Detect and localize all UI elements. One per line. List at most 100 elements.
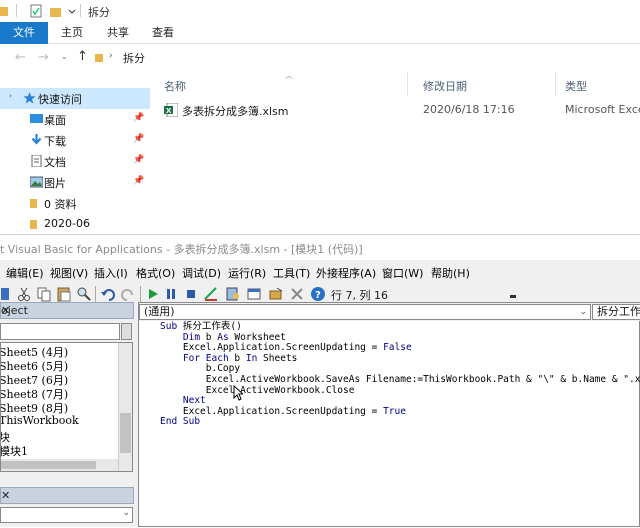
tab-file[interactable]: 文件 [0,22,48,44]
design-mode-icon[interactable] [203,286,219,302]
vba-editor-window: t Visual Basic for Applications - 多表拆分成多… [0,234,640,527]
redo-icon[interactable] [120,286,136,302]
nav-item-quick-access[interactable]: › 快速访问 [0,88,150,109]
copy-icon[interactable] [36,286,52,302]
nav-label: 桌面 [44,114,66,127]
paste-icon[interactable] [56,286,72,302]
menu-tools[interactable]: 工具(T) [273,265,310,281]
address-bar: ← → ⌄ ↑ › 拆分 [0,45,640,71]
column-divider[interactable] [555,72,556,96]
file-name: 多表拆分成多簿.xlsm [182,105,289,118]
breadcrumb[interactable]: 拆分 [123,50,145,66]
code-text: b.Copy [160,363,241,375]
horizontal-scrollbar[interactable] [1,459,118,471]
menu-debug[interactable]: 调试(D) [182,265,221,281]
svg-text:X: X [166,107,172,115]
menu-addins[interactable]: 外接程序(A) [316,265,376,281]
chevron-down-icon[interactable] [68,4,76,18]
chevron-down-icon[interactable]: ⌄ [579,305,587,319]
properties-check-icon[interactable] [30,4,42,18]
code-text: For Each b In Sheets [182,352,298,364]
column-header-date[interactable]: 修改日期 [423,78,467,94]
nav-label: 2020-06 [44,217,90,230]
nav-label: 下载 [44,135,66,148]
expand-chevron-icon[interactable]: › [9,92,12,100]
menu-edit[interactable]: 编辑(E) [6,265,44,281]
vba-titlebar: t Visual Basic for Applications - 多表拆分成多… [0,234,640,260]
project-panel-header: oject ✕ [0,302,134,319]
toolbox-icon[interactable] [289,286,305,302]
nav-label: 文档 [44,156,66,169]
object-dropdown-value: (通用) [144,305,175,318]
pin-icon[interactable]: 📌 [133,155,144,165]
save-icon[interactable] [0,286,16,302]
nav-item-downloads[interactable]: 下载 📌 [0,130,150,151]
breadcrumb-chevron-icon: › [109,51,113,61]
new-folder-icon[interactable] [50,4,62,18]
column-headers: ︿ 名称 修改日期 类型 [150,71,640,96]
forward-arrow-icon[interactable]: → [38,50,49,65]
nav-label: 0 资料 [44,198,77,211]
explorer-titlebar: 拆分 [0,0,640,22]
tree-item[interactable]: 模块1 [1,443,28,459]
procedure-dropdown-value: 拆分工作 [597,305,640,318]
menu-format[interactable]: 格式(O) [136,265,175,281]
window-title: 拆分 [88,6,110,19]
picture-icon [30,176,43,188]
tab-view[interactable]: 查看 [143,22,183,44]
stop-icon[interactable] [183,286,199,302]
separator [95,286,96,302]
nav-item-folder-ziliao[interactable]: 0 资料 [0,193,150,214]
properties-object-dropdown[interactable]: ⌄ [0,507,133,523]
vba-window-title: t Visual Basic for Applications - 多表拆分成多… [0,243,363,256]
column-divider[interactable] [407,72,408,96]
nav-item-folder-2020-06[interactable]: 2020-06 [0,214,150,235]
code-window: (通用) ⌄ 拆分工作 Sub 拆分工作表() Dim b As Workshe… [138,302,640,527]
back-arrow-icon[interactable]: ← [15,50,26,65]
column-header-name[interactable]: 名称 [164,78,186,94]
vertical-scrollbar[interactable] [118,343,132,471]
project-explorer-icon[interactable] [225,286,241,302]
column-header-type[interactable]: 类型 [565,78,587,94]
up-arrow-icon[interactable]: ↑ [77,49,88,64]
pin-icon[interactable]: 📌 [133,134,144,144]
find-icon[interactable] [76,286,92,302]
tab-share[interactable]: 共享 [98,22,138,44]
menu-insert[interactable]: 插入(I) [94,265,128,281]
menu-help[interactable]: 帮助(H) [431,265,470,281]
close-icon[interactable]: ✕ [1,304,131,317]
run-icon[interactable] [145,286,161,302]
project-explorer-panel: oject ✕ Sheet5 (4月) Sheet6 (5月) Sheet7 (… [0,302,134,527]
object-dropdown[interactable]: (通用) ⌄ [139,304,591,320]
tree-item[interactable]: ThisWorkbook [1,414,79,427]
code-text: Excel.Application.ScreenUpdating = True [160,405,406,417]
desktop-icon [30,114,43,123]
code-combos: (通用) ⌄ 拆分工作 [139,303,640,321]
undo-icon[interactable] [100,286,116,302]
cut-icon[interactable] [16,286,32,302]
nav-item-desktop[interactable]: 桌面 📌 [0,109,150,130]
properties-icon[interactable] [246,286,262,302]
project-tree: Sheet5 (4月) Sheet6 (5月) Sheet7 (6月) Shee… [0,342,133,472]
nav-item-pictures[interactable]: 图片 📌 [0,172,150,193]
procedure-dropdown[interactable]: 拆分工作 [592,304,640,320]
menu-run[interactable]: 运行(R) [228,265,266,281]
help-icon[interactable]: ? [310,286,326,302]
file-row[interactable]: X 多表拆分成多簿.xlsm 2020/6/18 17:16 Microsoft… [160,100,640,120]
pin-icon[interactable]: 📌 [133,113,144,123]
code-editor[interactable]: Sub 拆分工作表() Dim b As Worksheet Excel.App… [139,321,640,528]
close-icon[interactable]: ✕ [1,489,131,502]
pin-icon[interactable]: 📌 [133,176,144,186]
object-browser-icon[interactable] [268,286,284,302]
navigation-pane: › 快速访问 桌面 📌 下载 📌 文档 📌 图片 📌 0 资料 2020-06 [0,84,150,234]
tab-home[interactable]: 主页 [52,22,92,44]
menu-window[interactable]: 窗口(W) [382,265,423,281]
nav-item-documents[interactable]: 文档 📌 [0,151,150,172]
project-scroll-arrow[interactable] [121,323,132,340]
menu-view[interactable]: 视图(V) [50,265,88,281]
chevron-down-icon[interactable]: ⌄ [122,508,130,518]
pause-icon[interactable] [163,286,179,302]
sort-ascending-icon: ︿ [285,71,293,80]
recent-chevron-icon[interactable]: ⌄ [61,52,68,61]
folder-icon[interactable] [0,4,8,18]
